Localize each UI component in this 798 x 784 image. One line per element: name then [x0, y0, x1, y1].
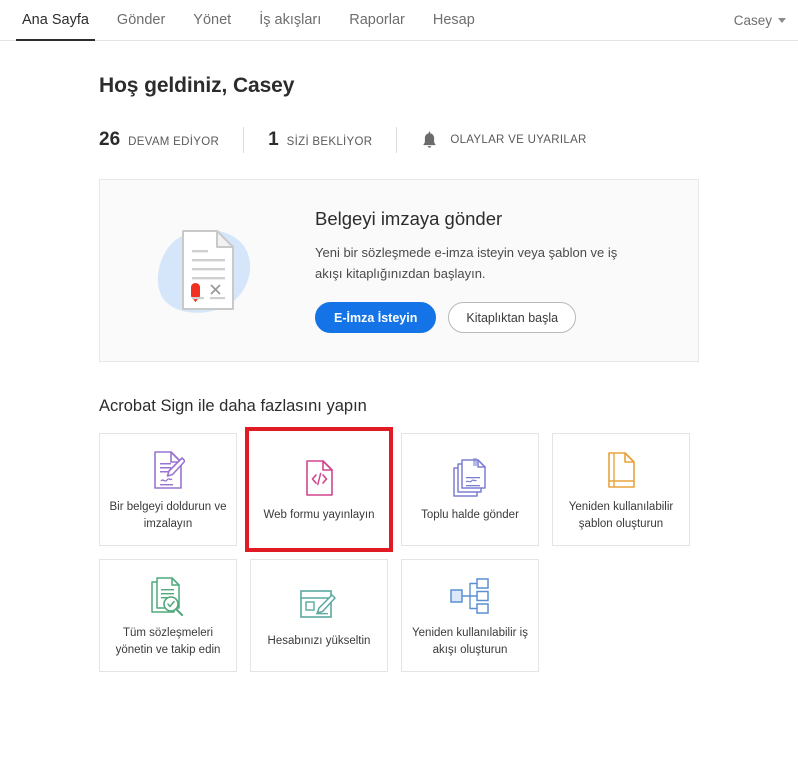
stat-waiting-count: 1 [268, 129, 279, 150]
user-menu[interactable]: Casey [734, 0, 798, 40]
stats-row: 26 DEVAM EDİYOR 1 SİZİ BEKLİYOR OLAYLAR … [99, 126, 699, 154]
nav-item-yonet[interactable]: Yönet [179, 0, 245, 40]
nav-item-label: Ana Sayfa [22, 12, 89, 28]
page-body: Hoş geldiniz, Casey 26 DEVAM EDİYOR 1 Sİ… [0, 41, 798, 672]
hero-body: Belgeyi imzaya gönder Yeni bir sözleşmed… [315, 208, 655, 334]
top-navigation-bar: Ana Sayfa Gönder Yönet İş akışları Rapor… [0, 0, 798, 41]
stats-divider [396, 127, 398, 153]
manage-track-search-icon [150, 573, 186, 619]
tile-label: Yeniden kullanılabilir iş akışı oluşturu… [412, 626, 528, 656]
nav-item-label: Hesap [432, 12, 475, 28]
stat-waiting-label: SİZİ BEKLİYOR [286, 136, 373, 148]
bulk-send-icon [452, 455, 488, 501]
nav-item-label: İş akışları [259, 12, 322, 28]
nav-item-hesap[interactable]: Hesap [419, 0, 489, 40]
workflow-diagram-icon [449, 573, 491, 619]
tile-publish-web-form[interactable]: Web formu yayınlayın [245, 427, 393, 552]
page-title: Hoş geldiniz, Casey [99, 74, 295, 97]
stat-in-progress[interactable]: 26 DEVAM EDİYOR [99, 129, 219, 151]
nav-item-list: Ana Sayfa Gönder Yönet İş akışları Rapor… [8, 0, 489, 41]
stats-divider [243, 127, 245, 153]
web-form-code-icon [304, 455, 334, 501]
stat-waiting-for-you[interactable]: 1 SİZİ BEKLİYOR [268, 129, 372, 151]
upgrade-account-icon [299, 581, 339, 627]
tile-create-reusable-workflow[interactable]: Yeniden kullanılabilir iş akışı oluşturu… [401, 559, 539, 672]
stat-events-alerts-label: OLAYLAR VE UYARILAR [450, 134, 587, 146]
nav-item-is-akislari[interactable]: İş akışları [245, 0, 335, 40]
tile-fill-and-sign-document[interactable]: Bir belgeyi doldurun ve imzalayın [99, 433, 237, 546]
start-from-library-button[interactable]: Kitaplıktan başla [448, 302, 577, 334]
content-container: Hoş geldiniz, Casey 26 DEVAM EDİYOR 1 Sİ… [99, 41, 699, 672]
nav-item-ana-sayfa[interactable]: Ana Sayfa [8, 0, 103, 41]
request-esignature-button[interactable]: E-İmza İsteyin [315, 302, 437, 334]
nav-item-gonder[interactable]: Gönder [103, 0, 179, 40]
nav-item-label: Raporlar [349, 12, 405, 28]
nav-item-label: Yönet [193, 12, 232, 28]
user-menu-label: Casey [733, 12, 772, 28]
document-sign-icon [151, 447, 185, 493]
tile-bulk-send[interactable]: Toplu halde gönder [401, 433, 539, 546]
tile-manage-and-track-agreements[interactable]: Tüm sözleşmeleri yönetin ve takip edin [99, 559, 237, 672]
nav-item-raporlar[interactable]: Raporlar [335, 0, 419, 40]
hero-actions: E-İmza İsteyin Kitaplıktan başla [315, 302, 625, 334]
template-document-icon [606, 447, 636, 493]
tile-label: Web formu yayınlayın [263, 509, 375, 522]
tile-create-reusable-template[interactable]: Yeniden kullanılabilir şablon oluşturun [552, 433, 690, 546]
tile-label: Tüm sözleşmeleri yönetin ve takip edin [115, 626, 221, 656]
section-title: Acrobat Sign ile daha fazlasını yapın [99, 397, 367, 415]
hero-card: Belgeyi imzaya gönder Yeni bir sözleşmed… [99, 179, 699, 362]
stat-in-progress-label: DEVAM EDİYOR [128, 136, 220, 148]
nav-item-label: Gönder [116, 12, 166, 28]
hero-title: Belgeyi imzaya gönder [315, 207, 503, 229]
tile-upgrade-account[interactable]: Hesabınızı yükseltin [250, 559, 388, 672]
tile-label: Toplu halde gönder [421, 509, 519, 522]
stat-in-progress-count: 26 [99, 129, 121, 150]
feature-tile-grid: Bir belgeyi doldurun ve imzalayın Web fo… [99, 427, 699, 672]
hero-illustration [100, 217, 315, 325]
hero-description: Yeni bir sözleşmede e-imza isteyin veya … [315, 244, 618, 281]
bell-icon [423, 131, 436, 148]
chevron-down-icon [778, 17, 786, 23]
document-signature-illustration-icon [157, 229, 250, 313]
tile-label: Hesabınızı yükseltin [267, 635, 371, 648]
tile-label: Bir belgeyi doldurun ve imzalayın [109, 500, 227, 530]
stat-events-alerts[interactable]: OLAYLAR VE UYARILAR [421, 131, 586, 150]
tile-label: Yeniden kullanılabilir şablon oluşturun [568, 500, 674, 530]
